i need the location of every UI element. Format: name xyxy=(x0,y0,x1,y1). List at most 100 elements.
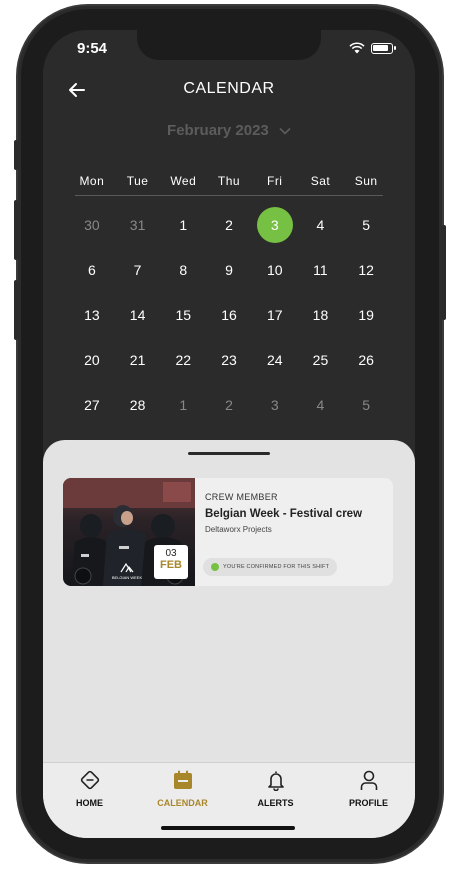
calendar-day-number: 19 xyxy=(358,306,374,323)
calendar-day[interactable]: 11 xyxy=(298,247,344,292)
calendar-day[interactable]: 3 xyxy=(252,382,298,427)
calendar-week-row: 20 21 22 23 24 25 26 xyxy=(69,337,389,382)
calendar-day[interactable]: 23 xyxy=(206,337,252,382)
calendar-day-number: 20 xyxy=(84,351,100,368)
month-selector[interactable]: February 2023 xyxy=(43,122,415,139)
home-indicator xyxy=(161,826,295,830)
power-button xyxy=(442,225,446,320)
calendar-day[interactable]: 20 xyxy=(69,337,115,382)
shift-role: CREW MEMBER xyxy=(205,492,278,502)
calendar-day-number: 1 xyxy=(179,396,188,413)
calendar-day[interactable]: 31 xyxy=(115,202,161,247)
calendar-day[interactable]: 6 xyxy=(69,247,115,292)
confirmed-dot-icon xyxy=(211,563,219,571)
shift-card[interactable]: BELGIAN WEEK 03 FEB CREW MEMBER Belgian … xyxy=(63,478,393,586)
calendar-week-row: 27 28 1 2 3 4 5 xyxy=(69,382,389,427)
shift-organization: Deltaworx Projects xyxy=(205,525,272,534)
calendar-day-number: 16 xyxy=(221,306,237,323)
calendar-day-number: 31 xyxy=(129,216,146,233)
calendar-day[interactable]: 9 xyxy=(206,247,252,292)
screen: 9:54 CALENDAR February 2023 Mon Tue Wed … xyxy=(43,30,415,838)
calendar-day-number: 3 xyxy=(270,216,279,233)
battery-icon xyxy=(371,42,396,54)
calendar-day[interactable]: 30 xyxy=(69,202,115,247)
page-title: CALENDAR xyxy=(183,80,275,97)
confirmation-text: YOU'RE CONFIRMED FOR THIS SHIFT xyxy=(223,564,330,570)
calendar-day[interactable]: 26 xyxy=(343,337,389,382)
calendar-day-number: 23 xyxy=(221,351,237,368)
home-icon xyxy=(80,770,99,790)
calendar-day-number: 25 xyxy=(312,351,329,368)
weekday-label: Thu xyxy=(217,174,241,188)
weekday-header: Mon Tue Wed Thu Fri Sat Sun xyxy=(69,174,389,188)
calendar-day[interactable]: 4 xyxy=(298,382,344,427)
calendar-day[interactable]: 21 xyxy=(115,337,161,382)
date-badge-month: FEB xyxy=(160,559,182,571)
calendar-day-number: 18 xyxy=(312,306,329,323)
calendar-day[interactable]: 19 xyxy=(343,292,389,337)
calendar-day[interactable]: 5 xyxy=(343,202,389,247)
calendar-day-number: 2 xyxy=(225,216,233,233)
calendar-day[interactable]: 13 xyxy=(69,292,115,337)
tab-bar: HOME CALENDAR ALERTS PROFILE xyxy=(43,762,415,838)
status-time: 9:54 xyxy=(77,40,108,57)
month-label: February 2023 xyxy=(167,122,269,139)
calendar-day-number: 1 xyxy=(179,216,188,233)
calendar-day-number: 9 xyxy=(225,261,233,278)
calendar-day[interactable]: 2 xyxy=(206,382,252,427)
calendar-day[interactable]: 4 xyxy=(298,202,344,247)
calendar-day[interactable]: 14 xyxy=(115,292,161,337)
calendar-grid: 30 31 1 2 3 4 5 6 7 8 9 10 11 12 13 14 15 16 17 18 19 20 21 22 2… xyxy=(69,202,389,427)
calendar-day-number: 17 xyxy=(266,306,283,323)
weekday-label: Wed xyxy=(170,174,197,188)
weekday-label: Tue xyxy=(126,174,149,188)
calendar-day[interactable]: 7 xyxy=(115,247,161,292)
calendar-day-number: 13 xyxy=(84,306,100,323)
tab-label: HOME xyxy=(76,798,103,808)
calendar-day[interactable]: 5 xyxy=(343,382,389,427)
calendar-day[interactable]: 15 xyxy=(160,292,206,337)
tab-label: ALERTS xyxy=(257,798,294,808)
tab-profile[interactable]: PROFILE xyxy=(322,763,415,838)
calendar-day[interactable]: 1 xyxy=(160,382,206,427)
calendar-day[interactable]: 2 xyxy=(206,202,252,247)
calendar-day[interactable]: 28 xyxy=(115,382,161,427)
calendar-day[interactable]: 24 xyxy=(252,337,298,382)
calendar-day[interactable]: 25 xyxy=(298,337,344,382)
chevron-down-icon xyxy=(279,127,291,135)
date-badge: 03 FEB xyxy=(154,545,188,579)
calendar-day-number: 15 xyxy=(175,306,192,323)
weekday-label: Sun xyxy=(354,174,378,188)
calendar-day[interactable]: 10 xyxy=(252,247,298,292)
calendar-day[interactable]: 27 xyxy=(69,382,115,427)
calendar-day[interactable]: 18 xyxy=(298,292,344,337)
user-icon xyxy=(360,770,377,790)
calendar-day-number: 7 xyxy=(133,261,142,278)
notch xyxy=(137,30,321,60)
calendar-day-number: 3 xyxy=(270,396,279,413)
calendar-day-number: 26 xyxy=(358,351,374,368)
calendar-day-number: 4 xyxy=(316,216,325,233)
tab-home[interactable]: HOME xyxy=(43,763,136,838)
photo-caption: BELGIAN WEEK xyxy=(112,575,143,580)
calendar-day-selected[interactable]: 3 xyxy=(252,202,298,247)
calendar-day-number: 5 xyxy=(362,216,371,233)
sheet-drag-handle[interactable] xyxy=(188,452,270,455)
calendar-week-row: 13 14 15 16 17 18 19 xyxy=(69,292,389,337)
calendar-day-number: 14 xyxy=(129,306,146,323)
calendar-day[interactable]: 8 xyxy=(160,247,206,292)
calendar-day[interactable]: 12 xyxy=(343,247,389,292)
status-icons xyxy=(349,42,396,54)
calendar-day-number: 8 xyxy=(179,261,188,278)
calendar-day-number: 4 xyxy=(316,396,325,413)
calendar-day-number: 6 xyxy=(87,261,96,278)
calendar-day-number: 11 xyxy=(313,261,328,278)
shift-title: Belgian Week - Festival crew xyxy=(205,508,363,520)
calendar-day-number: 12 xyxy=(358,261,374,278)
weekday-divider xyxy=(75,195,383,196)
calendar-day-number: 24 xyxy=(266,351,283,368)
calendar-day[interactable]: 22 xyxy=(160,337,206,382)
calendar-day[interactable]: 1 xyxy=(160,202,206,247)
calendar-day[interactable]: 17 xyxy=(252,292,298,337)
calendar-day[interactable]: 16 xyxy=(206,292,252,337)
